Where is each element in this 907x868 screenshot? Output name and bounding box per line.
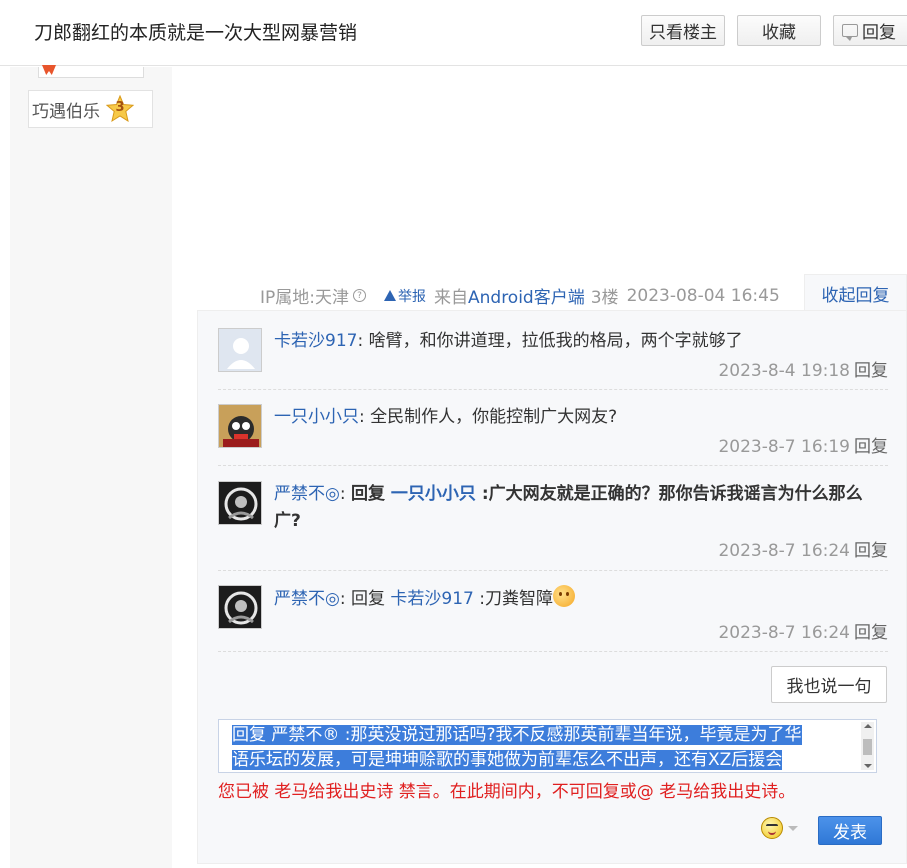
comment-reply-link[interactable]: 回复: [854, 437, 888, 457]
comment-divider: [218, 465, 888, 466]
level-star-icon: 3: [106, 95, 134, 123]
scroll-down-icon[interactable]: [864, 764, 872, 768]
editor-scrollbar[interactable]: [861, 722, 874, 770]
angry-face-icon: [552, 585, 575, 607]
comment-reply-link[interactable]: 回复: [854, 623, 888, 643]
comment-reply-word: 回复: [350, 589, 391, 609]
comment-text: 严禁不◎: 回复 卡若沙917 :刀粪智障: [274, 585, 888, 613]
scroll-thumb[interactable]: [863, 739, 872, 755]
avatar[interactable]: [218, 328, 262, 372]
avatar[interactable]: [218, 585, 262, 629]
thread-title: 刀郎翻红的本质就是一次大型网暴营销: [34, 22, 358, 44]
avatar[interactable]: [218, 404, 262, 448]
submit-button[interactable]: 发表: [818, 816, 882, 845]
comment-meta: 2023-8-4 19:18 回复: [718, 356, 888, 381]
comment-username[interactable]: 严禁不◎: [274, 484, 340, 504]
collapse-replies-button[interactable]: 收起回复: [804, 274, 907, 311]
comment-time: 2023-8-7 16:19: [718, 437, 850, 457]
comment-time: 2023-8-7 16:24: [718, 623, 850, 643]
comment-meta: 2023-8-7 16:24 回复: [718, 618, 888, 643]
comment-separator: :: [339, 484, 351, 504]
reply-editor[interactable]: 回复 严禁不® :那英没说过那话吗?我不反感那英前辈当年说，毕竟是为了华 语乐坛…: [218, 719, 877, 773]
user-level-badge[interactable]: 巧遇伯乐 3: [28, 90, 153, 128]
reply-button[interactable]: 回复: [833, 15, 907, 46]
comment-bubble-icon: [842, 24, 858, 41]
comment-content: :刀粪智障: [473, 589, 553, 609]
comment-username[interactable]: 严禁不◎: [274, 589, 340, 609]
comment-reply-word: 回复: [350, 484, 391, 504]
comment-reply-target[interactable]: 一只小小只: [391, 484, 476, 504]
comment-text: 一只小小只: 全民制作人，你能控制广大网友?: [274, 404, 888, 431]
comment-text: 严禁不◎: 回复 一只小小只 :广大网友就是正确的？那你告诉我谣言为什么那么广?: [274, 481, 888, 535]
honor-badge[interactable]: [38, 65, 144, 78]
emoji-picker-button[interactable]: [761, 817, 798, 839]
favorite-button[interactable]: 收藏: [737, 15, 821, 46]
warning-icon: [384, 290, 396, 301]
avatar[interactable]: [218, 481, 262, 525]
comment-divider: [218, 389, 888, 390]
reply-editor-content[interactable]: 回复 严禁不® :那英没说过那话吗?我不反感那英前辈当年说，毕竟是为了华 语乐坛…: [232, 723, 857, 772]
comment-divider: [218, 570, 888, 571]
comment-content: 全民制作人，你能控制广大网友?: [370, 407, 618, 427]
report-link[interactable]: 举报: [384, 286, 426, 306]
editor-line-2: 语乐坛的发展，可是坤坤赊歌的事她做为前辈怎么不出声，还有XZ后援会: [232, 750, 783, 770]
author-sidebar: 巧遇伯乐 3: [10, 65, 172, 868]
comment-divider: [218, 651, 888, 652]
comment-username[interactable]: 一只小小只: [274, 407, 359, 427]
flame-icon: [42, 65, 56, 75]
report-label: 举报: [398, 288, 426, 305]
source-prefix: 来自: [434, 288, 468, 308]
level-number: 3: [115, 100, 125, 115]
post-meta: IP属地:天津 ? 举报 来自 Android客户端 3楼 2023-08-04 …: [260, 274, 907, 311]
level-name: 巧遇伯乐: [32, 101, 100, 122]
thread-header: 刀郎翻红的本质就是一次大型网暴营销 只看楼主 收藏 回复: [0, 0, 907, 66]
post-datetime: 2023-08-04 16:45: [626, 285, 780, 306]
client-link[interactable]: Android客户端: [468, 283, 585, 308]
comment-meta: 2023-8-7 16:24 回复: [718, 536, 888, 561]
reply-panel: 卡若沙917: 啥臂，和你讲道理，拉低我的格局，两个字就够了 2023-8-4 …: [197, 310, 907, 864]
comment-reply-link[interactable]: 回复: [854, 361, 888, 381]
reply-button-label: 回复: [862, 23, 896, 43]
comment-text: 卡若沙917: 啥臂，和你讲道理，拉低我的格局，两个字就够了: [274, 328, 888, 355]
editor-line-1: 回复 严禁不® :那英没说过那话吗?我不反感那英前辈当年说，毕竟是为了华: [232, 725, 802, 745]
comment-meta: 2023-8-7 16:19 回复: [718, 432, 888, 457]
say-something-button[interactable]: 我也说一句: [771, 666, 887, 703]
comment-time: 2023-8-7 16:24: [718, 541, 850, 561]
ban-notice: 您已被 老马给我出史诗 禁言。在此期间内，不可回复或@ 老马给我出史诗。: [218, 782, 796, 802]
floor-number: 3楼: [590, 288, 619, 308]
comment-time: 2023-8-4 19:18: [718, 361, 850, 381]
comment-separator: :: [339, 589, 351, 609]
comment-separator: :: [357, 331, 369, 351]
help-icon[interactable]: ?: [353, 289, 366, 302]
comment-content: 啥臂，和你讲道理，拉低我的格局，两个字就够了: [368, 331, 743, 351]
comment-separator: :: [359, 407, 371, 427]
only-op-button[interactable]: 只看楼主: [641, 15, 725, 46]
comment-username[interactable]: 卡若沙917: [274, 331, 357, 351]
comment-reply-target[interactable]: 卡若沙917: [390, 589, 473, 609]
comment-reply-link[interactable]: 回复: [854, 541, 888, 561]
smiley-icon: [761, 817, 783, 839]
ip-location: IP属地:天津: [260, 288, 349, 308]
chevron-down-icon: [788, 825, 798, 831]
scroll-up-icon[interactable]: [864, 724, 872, 728]
